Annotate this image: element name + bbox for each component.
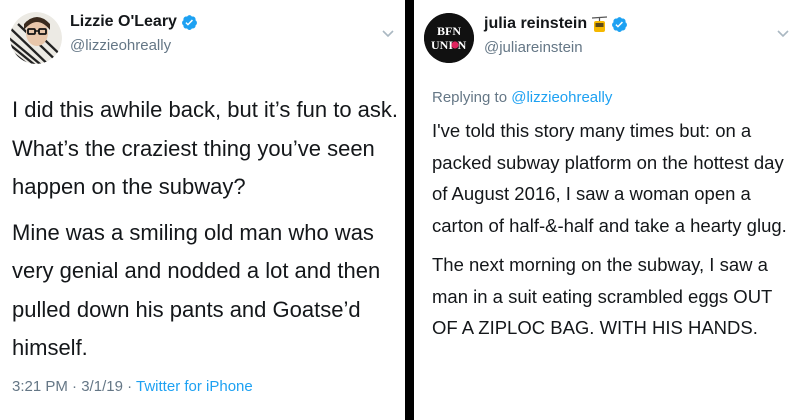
author-handle[interactable]: @juliareinstein bbox=[484, 39, 583, 56]
reply-prefix: Replying to bbox=[432, 89, 508, 106]
julia-avatar[interactable]: BFN UNI N bbox=[424, 13, 474, 63]
meta-separator: · bbox=[72, 378, 78, 395]
tweet-source-link[interactable]: Twitter for iPhone bbox=[136, 378, 253, 395]
chevron-down-icon[interactable] bbox=[776, 26, 790, 40]
cable-car-icon bbox=[592, 15, 608, 33]
lizzie-avatar[interactable] bbox=[10, 12, 62, 64]
avatar-logo-text: UNI bbox=[431, 38, 453, 52]
left-tweet-card: Lizzie O'Leary @lizzieohreally I did thi… bbox=[0, 0, 405, 420]
reply-handle-link[interactable]: @lizzieohreally bbox=[511, 89, 612, 106]
author-name[interactable]: Lizzie O'Leary bbox=[70, 13, 177, 31]
tweet-paragraph: The next morning on the subway, I saw a … bbox=[432, 254, 773, 338]
tweet-paragraph: I did this awhile back, but it’s fun to … bbox=[12, 97, 399, 199]
avatar-logo-text: BFN bbox=[437, 24, 461, 38]
tweet-date[interactable]: 3/1/19 bbox=[81, 378, 123, 395]
tweet-time[interactable]: 3:21 PM bbox=[12, 378, 68, 395]
chevron-down-icon[interactable] bbox=[381, 26, 395, 40]
meta-separator: · bbox=[127, 378, 133, 395]
tweet-body: I did this awhile back, but it’s fun to … bbox=[12, 91, 404, 368]
verified-badge-icon bbox=[181, 14, 198, 31]
author-handle[interactable]: @lizzieohreally bbox=[70, 37, 171, 54]
tweet-paragraph: I've told this story many times but: on … bbox=[432, 120, 787, 236]
replying-to: Replying to @lizzieohreally bbox=[432, 89, 612, 106]
tweet-meta: 3:21 PM · 3/1/19 · Twitter for iPhone bbox=[12, 378, 253, 395]
tweet-paragraph: Mine was a smiling old man who was very … bbox=[12, 219, 381, 361]
right-tweet-card: BFN UNI N julia reinstein @juliareinstei… bbox=[414, 0, 800, 420]
verified-badge-icon bbox=[611, 16, 628, 33]
avatar-logo-text: N bbox=[458, 38, 467, 52]
author-name[interactable]: julia reinstein bbox=[484, 15, 587, 33]
tweet-body: I've told this story many times but: on … bbox=[432, 115, 798, 344]
